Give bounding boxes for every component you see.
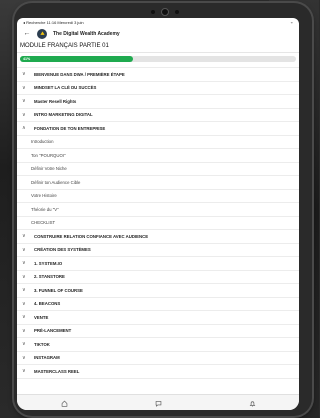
lesson-item[interactable]: Définir Votre Niche — [17, 163, 299, 176]
section-label: PRÉ-LANCEMENT — [34, 328, 72, 334]
lesson-label: Votre Histoire — [31, 193, 57, 199]
section-label: 4. BEACONS — [34, 301, 61, 307]
section-row[interactable]: ∧ FONDATION DE TON ENTREPRISE — [17, 122, 299, 136]
lesson-label: Ton "POURQUOI" — [31, 152, 66, 158]
home-icon[interactable] — [61, 394, 68, 411]
section-label: FONDATION DE TON ENTREPRISE — [34, 125, 106, 131]
course-outline: ∨ BIENVENUE DANS DWA / PREMIÈRE ÉTAPE ∨ MIN… — [17, 67, 299, 379]
chevron-down-icon[interactable]: ∨ — [22, 112, 30, 118]
chevron-down-icon[interactable]: ∨ — [22, 328, 30, 334]
section-label: MINDSET LA CLÉ DU SUCCÈS — [34, 85, 97, 91]
lesson-label: Théorie du "V" — [31, 206, 59, 212]
lesson-label: Définir Votre Niche — [31, 166, 67, 172]
camera-bar — [151, 8, 179, 16]
chevron-down-icon[interactable]: ∨ — [22, 260, 30, 266]
lesson-item[interactable]: Définir ton Audience Cible — [17, 176, 299, 190]
sensor-icon — [151, 10, 155, 14]
lesson-label: CHECKLIST — [31, 220, 56, 226]
section-row[interactable]: ∨ MASTERCLASS REEL — [17, 365, 299, 379]
lesson-item[interactable]: Théorie du "V" — [17, 203, 299, 217]
section-row[interactable]: ∨ INTRO MARKETING DIGITAL — [17, 109, 299, 122]
app-bar: ← The Digital Wealth Academy — [17, 26, 299, 41]
section-row[interactable]: ∨ 4. BEACONS — [17, 298, 299, 311]
section-row[interactable]: ∨ 3. FUNNEL OF COURSE — [17, 284, 299, 298]
section-label: INTRO MARKETING DIGITAL — [34, 112, 93, 118]
section-row[interactable]: ∨ TIKTOK — [17, 338, 299, 352]
section-row[interactable]: ∨ INSTAGRAM — [17, 352, 299, 365]
section-label: CONSTRUIRE RELATION CONFIANCE AVEC AUDIE… — [34, 233, 149, 239]
bottom-nav — [17, 394, 299, 410]
section-label: TIKTOK — [34, 341, 50, 347]
chevron-down-icon[interactable]: ∨ — [22, 233, 30, 239]
chevron-up-icon[interactable]: ∧ — [22, 125, 30, 131]
chevron-down-icon[interactable]: ∨ — [22, 355, 30, 361]
chevron-down-icon[interactable]: ∨ — [22, 314, 30, 320]
section-label: Master Resell Rights — [34, 98, 77, 104]
section-label: BIENVENUE DANS DWA / PREMIÈRE ÉTAPE — [34, 71, 125, 77]
section-row[interactable]: ∨ BIENVENUE DANS DWA / PREMIÈRE ÉTAPE — [17, 68, 299, 82]
bell-icon[interactable] — [249, 394, 256, 411]
section-row[interactable]: ∨ CONSTRUIRE RELATION CONFIANCE AVEC AUDI… — [17, 230, 299, 244]
status-left[interactable]: ◂ Recherche 11:16 Mercredi 3 juin — [23, 20, 84, 25]
section-row[interactable]: ∨ MINDSET LA CLÉ DU SUCCÈS — [17, 82, 299, 95]
chevron-down-icon[interactable]: ∨ — [22, 247, 30, 253]
chevron-down-icon[interactable]: ∨ — [22, 274, 30, 280]
section-label: 3. FUNNEL OF COURSE — [34, 287, 83, 293]
chevron-down-icon[interactable]: ∨ — [22, 98, 30, 104]
section-row[interactable]: ∨ PRÉ-LANCEMENT — [17, 325, 299, 338]
academy-logo — [37, 28, 47, 39]
lesson-item[interactable]: Votre Histoire — [17, 190, 299, 203]
section-label: 1. SYSTEM.IO — [34, 260, 63, 266]
app-screen: ◂ Recherche 11:16 Mercredi 3 juin ⌁ ← Th… — [17, 18, 299, 410]
section-label: VENTE — [34, 314, 49, 320]
section-label: 2. STANSTORE — [34, 274, 65, 280]
app-title: The Digital Wealth Academy — [53, 30, 120, 37]
camera-icon — [161, 8, 169, 16]
progress-bar: 41% — [20, 56, 296, 62]
back-arrow-icon[interactable]: ← — [23, 30, 31, 37]
chevron-down-icon[interactable]: ∨ — [22, 368, 30, 374]
section-row[interactable]: ∨ 1. SYSTEM.IO — [17, 257, 299, 271]
section-row[interactable]: ∨ VENTE — [17, 311, 299, 325]
section-row[interactable]: ∨ 2. STANSTORE — [17, 271, 299, 284]
module-title: MODULE FRANÇAIS PARTIE 01 — [17, 41, 299, 53]
status-bar: ◂ Recherche 11:16 Mercredi 3 juin ⌁ — [17, 18, 299, 26]
lesson-label: Définir ton Audience Cible — [31, 179, 81, 185]
chevron-down-icon[interactable]: ∨ — [22, 341, 30, 347]
progress-label: 41% — [23, 57, 31, 61]
chevron-down-icon[interactable]: ∨ — [22, 85, 30, 91]
lesson-item[interactable]: Ton "POURQUOI" — [17, 149, 299, 163]
section-label: CRÉATION DES SYSTÈMES — [34, 247, 91, 253]
chevron-down-icon[interactable]: ∨ — [22, 287, 30, 293]
lesson-label: Introduction — [31, 139, 54, 145]
section-row[interactable]: ∨ CRÉATION DES SYSTÈMES — [17, 244, 299, 257]
section-label: MASTERCLASS REEL — [34, 368, 80, 374]
progress-fill: 41% — [20, 56, 134, 62]
chevron-down-icon[interactable]: ∨ — [22, 71, 30, 77]
chevron-down-icon[interactable]: ∨ — [22, 301, 30, 307]
lesson-item[interactable]: Introduction — [17, 136, 299, 149]
sensor-icon — [175, 10, 179, 14]
logo-mark-icon — [39, 31, 45, 35]
lesson-item[interactable]: CHECKLIST — [17, 217, 299, 230]
status-right: ⌁ — [290, 19, 293, 25]
section-label: INSTAGRAM — [34, 355, 60, 361]
chat-icon[interactable] — [155, 394, 162, 411]
section-row[interactable]: ∨ Master Resell Rights — [17, 95, 299, 109]
